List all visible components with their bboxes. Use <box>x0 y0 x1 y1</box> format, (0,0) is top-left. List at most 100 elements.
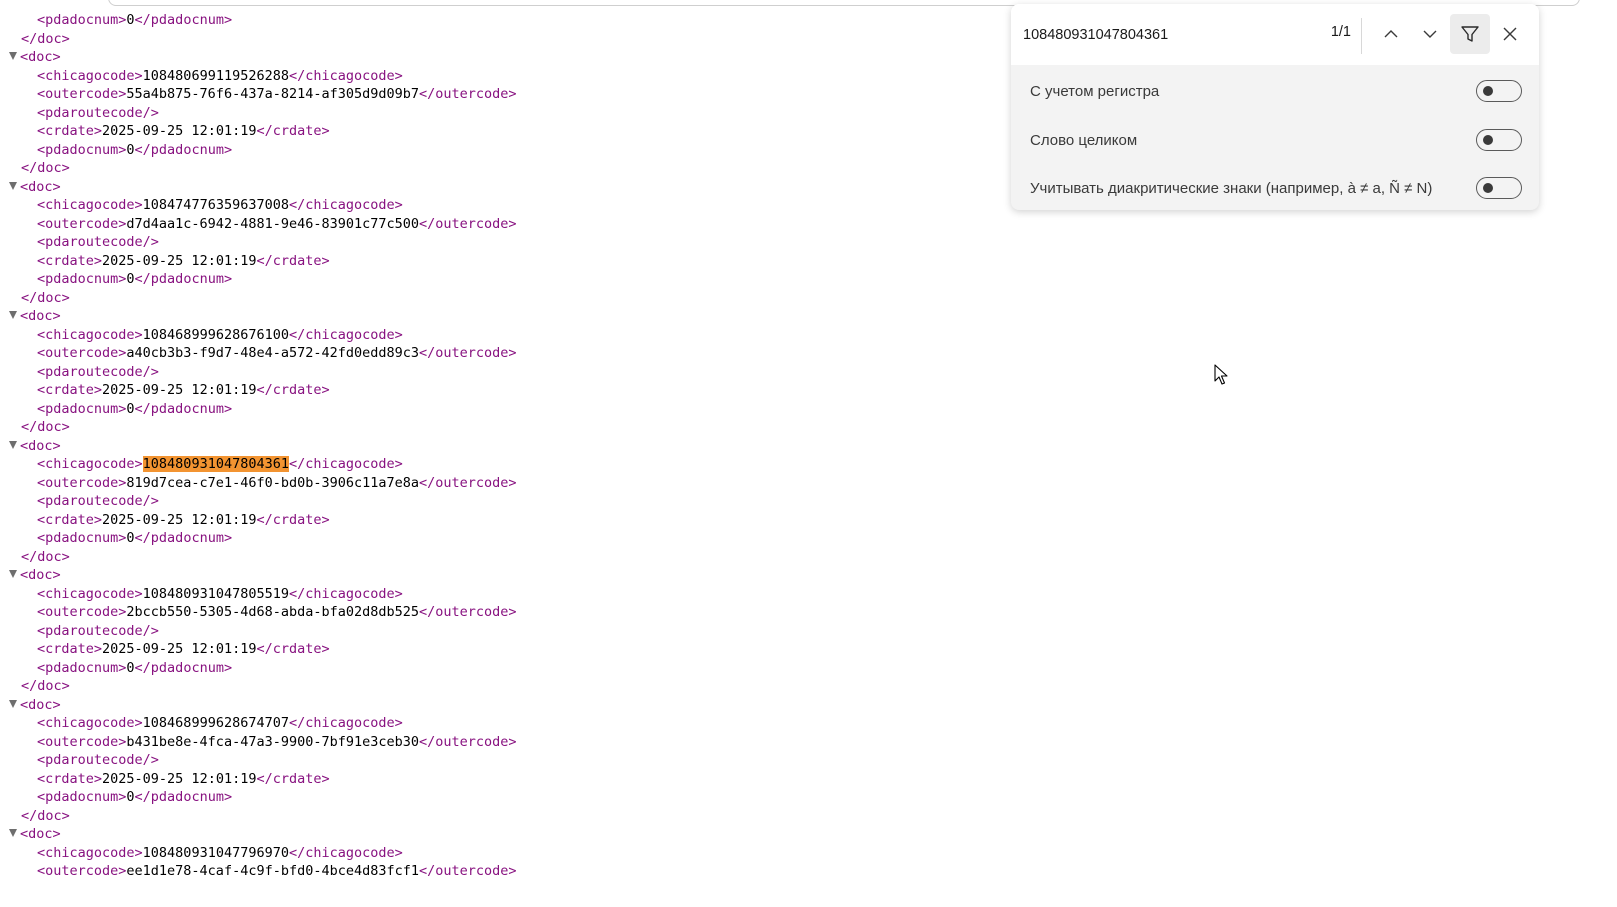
xml-chicagocode-line: <chicagocode>108480931047804361</chicago… <box>37 455 403 474</box>
xml-pdadocnum-line: <pdadocnum>0</pdadocnum> <box>37 529 232 548</box>
diacritics-toggle[interactable] <box>1476 177 1522 199</box>
xml-viewer: <pdadocnum>0</pdadocnum> </doc> <doc> <chic… <box>0 0 1000 907</box>
find-options-button[interactable] <box>1450 14 1490 54</box>
xml-text-value: ee1d1e78-4caf-4c9f-bfd0-4bce4d83fcf1 <box>126 863 420 879</box>
xml-pdaroutecode-line: <pdaroutecode/> <box>37 233 159 252</box>
xml-text-value: 108480931047805519 <box>142 585 289 602</box>
xml-doc-open-line: <doc> <box>9 48 61 67</box>
toggle-knob <box>1483 86 1493 96</box>
xml-close-tag: </pdadocnum> <box>134 271 233 287</box>
mouse-cursor-icon <box>1214 364 1228 385</box>
xml-open-tag: <crdate> <box>37 252 103 269</box>
xml-doc-open-line: <doc> <box>9 825 61 844</box>
xml-close-tag: </pdadocnum> <box>134 659 233 676</box>
xml-pdaroutecode-line: <pdaroutecode/> <box>37 622 159 641</box>
xml-open-tag: <chicagocode> <box>37 456 143 472</box>
collapse-arrow-icon[interactable] <box>9 311 17 319</box>
xml-doc-close-line: </doc> <box>21 289 70 308</box>
xml-open-tag: <doc> <box>20 308 61 324</box>
xml-open-tag: <chicagocode> <box>37 326 143 343</box>
xml-close-tag: </doc> <box>21 289 70 306</box>
xml-open-tag: <pdadocnum> <box>37 789 127 805</box>
xml-text-value: 819d7cea-c7e1-46f0-bd0b-3906c11a7e8a <box>126 474 420 491</box>
xml-close-tag: </outercode> <box>419 474 517 491</box>
xml-text-value: d7d4aa1c-6942-4881-9e46-83901c77c500 <box>126 215 420 232</box>
xml-close-tag: </doc> <box>21 160 70 176</box>
xml-open-tag: <outercode> <box>37 733 127 750</box>
xml-text-value: 0 <box>126 659 135 676</box>
xml-doc-close-line: </doc> <box>21 418 70 437</box>
xml-text-value: 0 <box>126 141 135 158</box>
option-diacritics-label: Учитывать диакритические знаки (например… <box>1030 180 1433 197</box>
find-divider <box>1361 18 1362 54</box>
xml-close-tag: </doc> <box>21 419 70 435</box>
collapse-arrow-icon[interactable] <box>9 829 17 837</box>
xml-doc-close-line: </doc> <box>21 30 70 49</box>
xml-text-value: 2025-09-25 12:01:19 <box>102 641 257 657</box>
next-match-button[interactable] <box>1410 14 1450 54</box>
xml-close-tag: </chicagocode> <box>288 585 403 602</box>
xml-close-tag: </crdate> <box>256 770 330 787</box>
xml-open-tag: <outercode> <box>37 86 127 102</box>
xml-open-tag: <crdate> <box>37 641 103 657</box>
whole-word-toggle[interactable] <box>1476 129 1522 151</box>
xml-close-tag: </doc> <box>21 548 70 565</box>
collapse-arrow-icon[interactable] <box>9 52 17 60</box>
xml-outercode-line: <outercode>d7d4aa1c-6942-4881-9e46-83901… <box>37 215 517 234</box>
xml-open-tag: <chicagocode> <box>37 67 143 84</box>
xml-text-value: 0 <box>126 530 135 546</box>
xml-close-tag: </chicagocode> <box>288 844 403 861</box>
xml-doc-open-line: <doc> <box>9 307 61 326</box>
option-match-case-label: С учетом регистра <box>1030 83 1160 100</box>
xml-crdate-line: <crdate>2025-09-25 12:01:19</crdate> <box>37 122 330 141</box>
collapse-arrow-icon[interactable] <box>9 440 17 449</box>
xml-pdadocnum-line: <pdadocnum>0</pdadocnum> <box>37 400 232 419</box>
xml-close-tag: </pdadocnum> <box>134 530 233 546</box>
xml-close-tag: </outercode> <box>419 863 517 879</box>
xml-open-tag: <crdate> <box>37 123 103 139</box>
xml-close-tag: </doc> <box>21 30 70 47</box>
xml-close-tag: </chicagocode> <box>288 715 403 731</box>
xml-close-tag: </chicagocode> <box>288 197 403 213</box>
xml-close-tag: </pdadocnum> <box>134 141 233 158</box>
previous-match-button[interactable] <box>1371 14 1411 54</box>
close-find-button[interactable] <box>1490 14 1530 54</box>
option-diacritics: Учитывать диакритические знаки (например… <box>1011 165 1539 210</box>
xml-chicagocode-line: <chicagocode>108480931047805519</chicago… <box>37 585 403 604</box>
xml-open-tag: <doc> <box>20 826 61 842</box>
xml-outercode-line: <outercode>819d7cea-c7e1-46f0-bd0b-3906c… <box>37 474 517 493</box>
find-panel: 1/1 С учетом регистра Слово <box>1011 4 1539 210</box>
xml-doc-open-line: <doc> <box>9 178 61 197</box>
xml-close-tag: </crdate> <box>256 641 330 657</box>
option-whole-word-label: Слово целиком <box>1030 132 1138 149</box>
collapse-arrow-icon[interactable] <box>9 699 17 708</box>
collapse-arrow-icon[interactable] <box>9 570 17 578</box>
match-case-toggle[interactable] <box>1476 80 1522 102</box>
xml-text-value: 2025-09-25 12:01:19 <box>102 382 257 398</box>
option-whole-word: Слово целиком <box>1011 117 1539 165</box>
find-match-count: 1/1 <box>1330 24 1351 40</box>
xml-text-value: 108480699119526288 <box>142 67 289 84</box>
xml-open-tag: <outercode> <box>37 604 127 620</box>
xml-close-tag: </chicagocode> <box>288 326 403 343</box>
collapse-arrow-icon[interactable] <box>9 181 17 190</box>
xml-doc-close-line: </doc> <box>21 807 70 826</box>
find-input[interactable] <box>1021 20 1305 50</box>
xml-empty-tag: <pdaroutecode/> <box>37 752 159 768</box>
xml-close-tag: </outercode> <box>419 345 517 361</box>
xml-close-tag: </pdadocnum> <box>134 12 233 28</box>
xml-outercode-line: <outercode>55a4b875-76f6-437a-8214-af305… <box>37 85 517 104</box>
xml-text-value: 108468999628676100 <box>142 326 289 343</box>
xml-open-tag: <pdadocnum> <box>37 659 127 676</box>
xml-empty-tag: <pdaroutecode/> <box>37 234 159 250</box>
filter-icon <box>1461 26 1479 42</box>
xml-text-value: 55a4b875-76f6-437a-8214-af305d9d09b7 <box>126 86 420 102</box>
xml-text-value: 2025-09-25 12:01:19 <box>102 252 257 269</box>
xml-chicagocode-line: <chicagocode>108480699119526288</chicago… <box>37 67 403 86</box>
xml-close-tag: </crdate> <box>256 123 330 139</box>
xml-text-value: b431be8e-4fca-47a3-9900-7bf91e3ceb30 <box>126 733 420 750</box>
find-bar: 1/1 <box>1011 4 1539 65</box>
xml-close-tag: </chicagocode> <box>288 456 403 472</box>
xml-text-value: 0 <box>126 12 135 28</box>
xml-open-tag: <doc> <box>20 696 61 713</box>
